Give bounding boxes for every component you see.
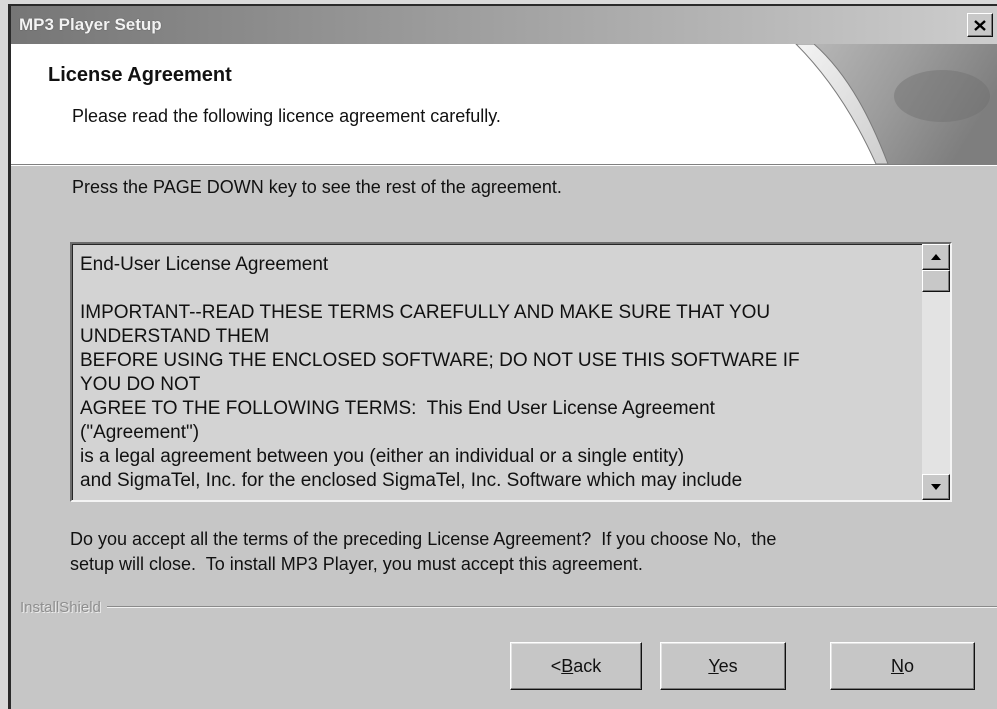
question-line: setup will close. To install MP3 Player,… [70,554,643,574]
close-icon [974,19,986,31]
scroll-up-icon [931,254,941,260]
license-line: and SigmaTel, Inc. for the enclosed Sigm… [80,470,743,491]
etched-line [106,606,997,608]
license-content: End-User License Agreement IMPORTANT--RE… [72,244,922,500]
header-graphic [795,44,997,164]
scroll-thumb[interactable] [922,270,950,292]
no-button[interactable]: No [830,642,975,690]
window-title: MP3 Player Setup [19,15,162,34]
license-textbox[interactable]: End-User License Agreement IMPORTANT--RE… [70,242,952,502]
yes-button[interactable]: Yes [660,642,786,690]
no-button-label: No [890,655,914,676]
header-title: License Agreement [48,64,232,86]
license-heading: End-User License Agreement [80,254,329,275]
license-line: IMPORTANT--READ THESE TERMS CAREFULLY AN… [80,302,771,323]
scroll-down-button[interactable] [922,474,950,500]
scroll-down-icon [931,484,941,490]
yes-button-label: Yes [708,655,738,676]
back-button[interactable]: < Back [510,642,642,690]
header-separator [11,164,997,166]
license-line: ("Agreement") [80,422,200,443]
license-line: BEFORE USING THE ENCLOSED SOFTWARE; DO N… [80,350,800,371]
title-bar[interactable]: MP3 Player Setup [11,6,997,44]
license-line: UNDERSTAND THEM [80,326,270,347]
back-button-label: Back [561,655,602,676]
scroll-up-button[interactable] [922,244,950,270]
license-line: YOU DO NOT [80,374,201,395]
wizard-header: License Agreement Please read the follow… [11,44,997,164]
vertical-scrollbar[interactable] [922,244,950,500]
back-arrow: < [550,655,562,676]
instruction-text: Press the PAGE DOWN key to see the rest … [72,177,562,197]
license-line: is a legal agreement between you (either… [80,446,685,467]
accept-question: Do you accept all the terms of the prece… [70,527,776,577]
close-button[interactable] [967,13,993,37]
branding-divider: InstallShield [20,598,997,616]
question-line: Do you accept all the terms of the prece… [70,529,777,549]
header-subtitle: Please read the following licence agreem… [72,106,501,126]
backdrop-shading [894,70,990,122]
setup-dialog: MP3 Player Setup License Agreement Pleas… [8,4,997,709]
license-line: AGREE TO THE FOLLOWING TERMS: This End U… [80,398,715,419]
installshield-label: InstallShield [20,598,101,616]
